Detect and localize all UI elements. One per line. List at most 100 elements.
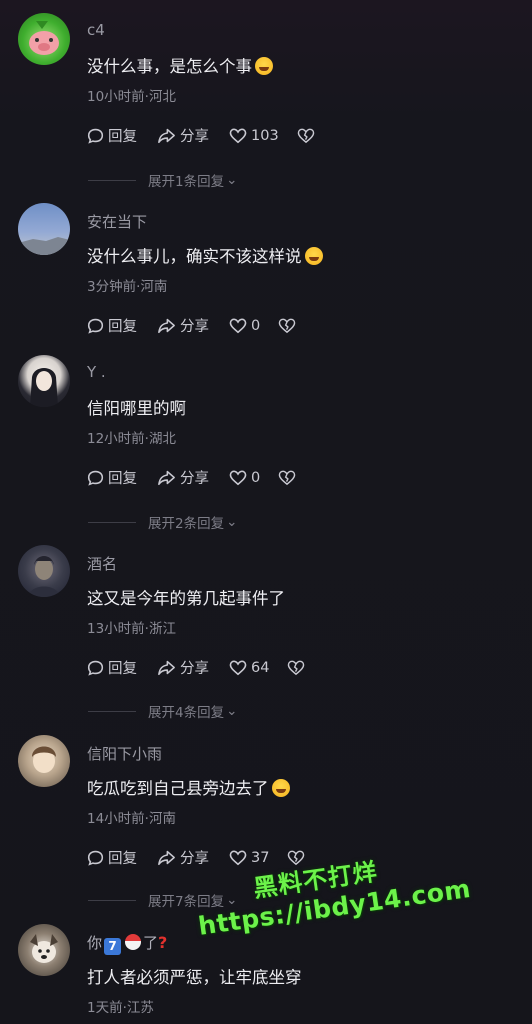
reply-button[interactable]: 回复 [87, 125, 137, 146]
comment-text-content: 没什么事，是怎么个事 [87, 57, 252, 76]
expand-replies-label: 展开4条回复 [148, 705, 225, 721]
comment-actions: 回复 分享 0 [87, 315, 320, 336]
comment-meta: 3分钟前·河南 [87, 279, 168, 295]
like-button[interactable]: 37 [229, 850, 269, 866]
sky-avatar-icon [18, 237, 70, 255]
dislike-button[interactable] [287, 660, 309, 676]
heart-icon [229, 128, 247, 143]
username-suffix: 了 [143, 934, 159, 952]
share-label: 分享 [180, 319, 209, 335]
avatar[interactable] [18, 355, 70, 407]
rofl-emoji-icon [304, 247, 323, 265]
expand-replies-label: 展开1条回复 [148, 174, 225, 190]
username[interactable]: c4 [87, 21, 105, 39]
child-avatar-icon [32, 746, 56, 773]
dislike-button[interactable] [278, 470, 300, 486]
reply-icon [87, 850, 104, 866]
comment-actions: 回复 分享 103 [87, 125, 339, 146]
reply-label: 回复 [108, 661, 137, 677]
like-count: 103 [251, 127, 279, 144]
avatar[interactable] [18, 545, 70, 597]
like-count: 0 [251, 469, 261, 486]
like-count: 64 [251, 659, 270, 676]
comment-text: 吃瓜吃到自己县旁边去了 [87, 775, 290, 799]
heart-icon [229, 850, 247, 865]
reply-label: 回复 [108, 319, 137, 335]
comment-text-content: 没什么事儿，确实不该这样说 [87, 247, 302, 266]
like-count: 0 [251, 317, 261, 334]
reply-icon [87, 318, 104, 334]
like-button[interactable]: 0 [229, 470, 260, 486]
share-button[interactable]: 分享 [157, 657, 209, 678]
like-button[interactable]: 0 [229, 318, 260, 334]
expand-replies[interactable]: 展开1条回复 ⌄ [88, 170, 438, 190]
pig-avatar-icon [29, 21, 59, 55]
chevron-down-icon: ⌄ [226, 703, 238, 719]
expand-replies[interactable]: 展开2条回复 ⌄ [88, 512, 438, 532]
expand-replies-label: 展开2条回复 [148, 516, 225, 532]
username[interactable]: 信阳下小雨 [87, 743, 162, 764]
reply-label: 回复 [108, 471, 137, 487]
divider [88, 899, 136, 901]
dog-avatar-icon [30, 934, 58, 963]
comment-meta: 14小时前·河南 [87, 811, 176, 827]
broken-heart-icon [288, 660, 305, 675]
reply-label: 回复 [108, 851, 137, 867]
heart-icon [229, 470, 247, 485]
avatar[interactable] [18, 735, 70, 787]
chevron-down-icon: ⌄ [226, 514, 238, 530]
share-label: 分享 [180, 661, 209, 677]
avatar[interactable] [18, 924, 70, 976]
share-icon [158, 318, 175, 334]
comment-text: 这又是今年的第几起事件了 [87, 589, 285, 608]
reply-icon [87, 128, 104, 144]
comment-text: 没什么事儿，确实不该这样说 [87, 243, 323, 267]
share-label: 分享 [180, 851, 209, 867]
username[interactable]: 你 7 了? [87, 932, 167, 955]
reply-button[interactable]: 回复 [87, 467, 137, 488]
divider [88, 179, 136, 181]
expand-replies[interactable]: 展开4条回复 ⌄ [88, 701, 438, 721]
comment-text-content: 吃瓜吃到自己县旁边去了 [87, 779, 269, 798]
broken-heart-icon [297, 128, 314, 143]
reply-label: 回复 [108, 129, 137, 145]
dislike-button[interactable] [297, 128, 319, 144]
avatar[interactable] [18, 13, 70, 65]
divider [88, 521, 136, 523]
share-button[interactable]: 分享 [157, 315, 209, 336]
comment-text: 没什么事，是怎么个事 [87, 53, 273, 77]
divider [88, 710, 136, 712]
comment-meta: 1天前·江苏 [87, 1000, 154, 1016]
heart-icon [229, 318, 247, 333]
like-button[interactable]: 103 [229, 128, 279, 144]
broken-heart-icon [278, 470, 296, 485]
comment-meta: 13小时前·浙江 [87, 621, 176, 637]
share-label: 分享 [180, 129, 209, 145]
username[interactable]: 安在当下 [87, 211, 147, 232]
comment-text: 打人者必须严惩，让牢底坐穿 [87, 968, 302, 987]
comment-actions: 回复 分享 0 [87, 467, 320, 488]
like-button[interactable]: 64 [229, 660, 269, 676]
share-button[interactable]: 分享 [157, 467, 209, 488]
share-button[interactable]: 分享 [157, 847, 209, 868]
rofl-emoji-icon [255, 57, 273, 75]
avatar[interactable] [18, 203, 70, 255]
question-mark-icon: ? [158, 933, 168, 952]
username-prefix: 你 [87, 934, 103, 952]
reply-icon [87, 660, 104, 676]
username[interactable]: 酒名 [87, 553, 117, 574]
broken-heart-icon [278, 318, 296, 333]
share-icon [158, 128, 175, 144]
heart-icon [229, 660, 247, 675]
reply-button[interactable]: 回复 [87, 657, 137, 678]
share-button[interactable]: 分享 [157, 125, 209, 146]
reply-button[interactable]: 回复 [87, 315, 137, 336]
reply-button[interactable]: 回复 [87, 847, 137, 868]
anime-avatar-icon [30, 368, 58, 407]
chevron-down-icon: ⌄ [226, 172, 238, 188]
share-icon [158, 660, 175, 676]
username[interactable]: Y . [87, 363, 106, 381]
comment-text: 信阳哪里的啊 [87, 399, 186, 418]
dislike-button[interactable] [278, 318, 300, 334]
comment-actions: 回复 分享 64 [87, 657, 329, 678]
